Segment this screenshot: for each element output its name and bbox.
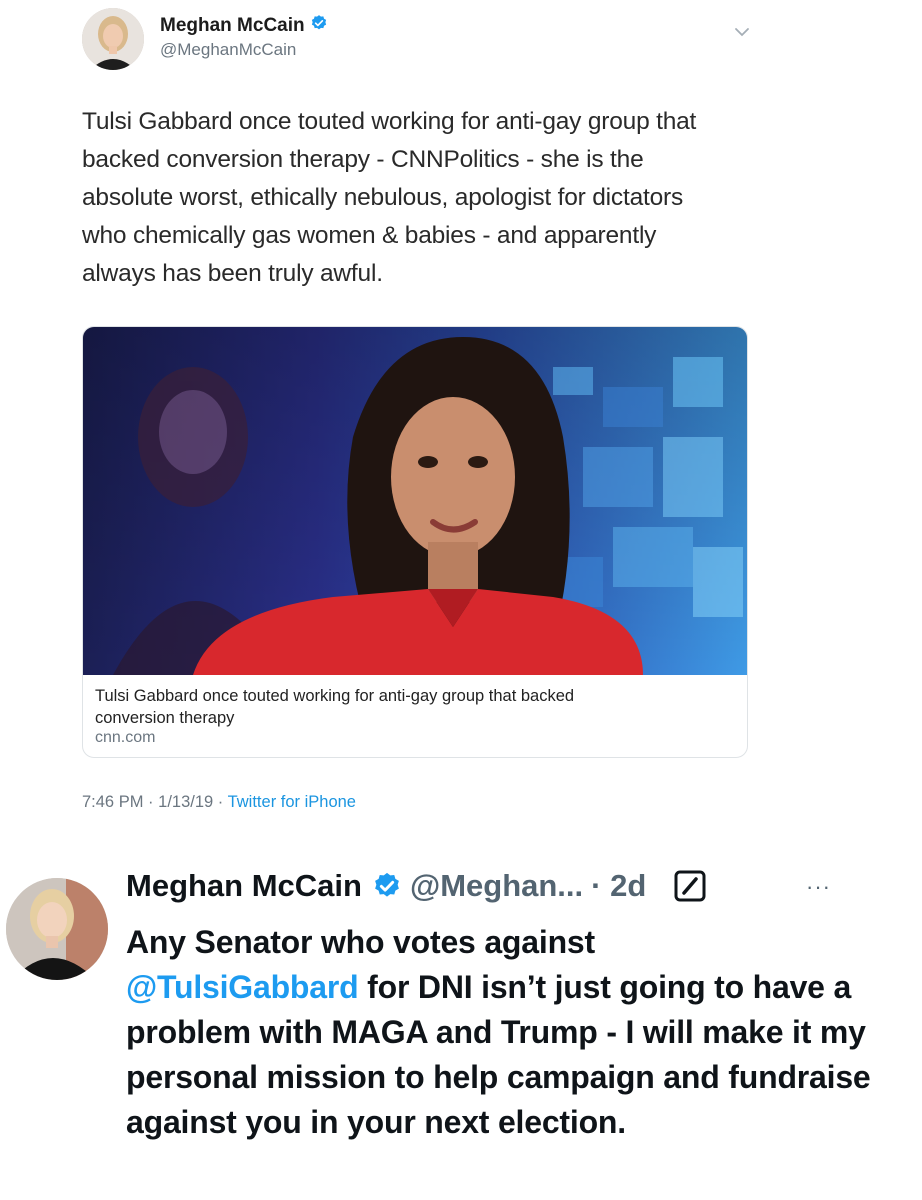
link-preview-image: [83, 327, 747, 675]
embedded-tweet-old: Meghan McCain @MeghanMcCain Tulsi Gabbar…: [0, 0, 922, 840]
chevron-down-icon[interactable]: [732, 24, 752, 40]
tweet-meta: 7:46 PM · 1/13/19 · Twitter for iPhone: [82, 793, 356, 812]
tweet-text: Tulsi Gabbard once touted working for an…: [82, 103, 762, 293]
meta-separator: ·: [217, 793, 224, 811]
tweet-relative-time: 2d: [610, 868, 647, 903]
tweet-text-line: backed conversion therapy - CNNPolitics …: [82, 146, 644, 173]
author-name-row: Meghan McCain: [160, 14, 328, 37]
verified-badge-icon: [372, 871, 402, 901]
tweet-text-line: absolute worst, ethically nebulous, apol…: [82, 184, 684, 211]
link-preview-domain: cnn.com: [95, 729, 156, 746]
author-avatar[interactable]: [82, 8, 144, 70]
tweet-source-link[interactable]: Twitter for iPhone: [228, 793, 356, 811]
tweet-text: Any Senator who votes against @TulsiGabb…: [126, 920, 896, 1145]
link-preview-card[interactable]: Tulsi Gabbard once touted working for an…: [82, 326, 748, 758]
tweet-text-part: Any Senator who votes against: [126, 924, 595, 960]
link-preview-title-line: conversion therapy: [95, 709, 235, 727]
link-preview-title: Tulsi Gabbard once touted working for an…: [95, 685, 715, 729]
tweet-text-line: always has been truly awful.: [82, 260, 383, 287]
more-options-icon[interactable]: ···: [806, 874, 831, 900]
author-avatar[interactable]: [6, 878, 108, 980]
tweet-header: Meghan McCain @Meghan... · 2d: [126, 868, 708, 904]
edit-icon[interactable]: [674, 870, 708, 902]
author-name[interactable]: Meghan McCain: [160, 15, 305, 37]
tweet-time[interactable]: · 2d: [591, 868, 646, 904]
link-preview-title-line: Tulsi Gabbard once touted working for an…: [95, 687, 575, 705]
tweet-text-line: who chemically gas women & babies - and …: [82, 222, 657, 249]
author-name[interactable]: Meghan McCain: [126, 868, 362, 904]
mention-link[interactable]: @TulsiGabbard: [126, 969, 359, 1005]
tweet-text-line: Tulsi Gabbard once touted working for an…: [82, 108, 697, 135]
meta-separator: ·: [148, 793, 154, 811]
tweet-date[interactable]: 1/13/19: [158, 793, 213, 811]
time-separator: ·: [591, 868, 602, 903]
tweet-time[interactable]: 7:46 PM: [82, 793, 143, 811]
author-handle[interactable]: @MeghanMcCain: [160, 40, 296, 60]
avatar-photo-icon: [6, 878, 108, 980]
author-handle[interactable]: @Meghan...: [410, 868, 583, 904]
avatar-photo-icon: [82, 8, 144, 70]
tweet-new: Meghan McCain @Meghan... · 2d ··· Any Se…: [0, 850, 922, 1200]
verified-badge-icon: [310, 14, 328, 37]
